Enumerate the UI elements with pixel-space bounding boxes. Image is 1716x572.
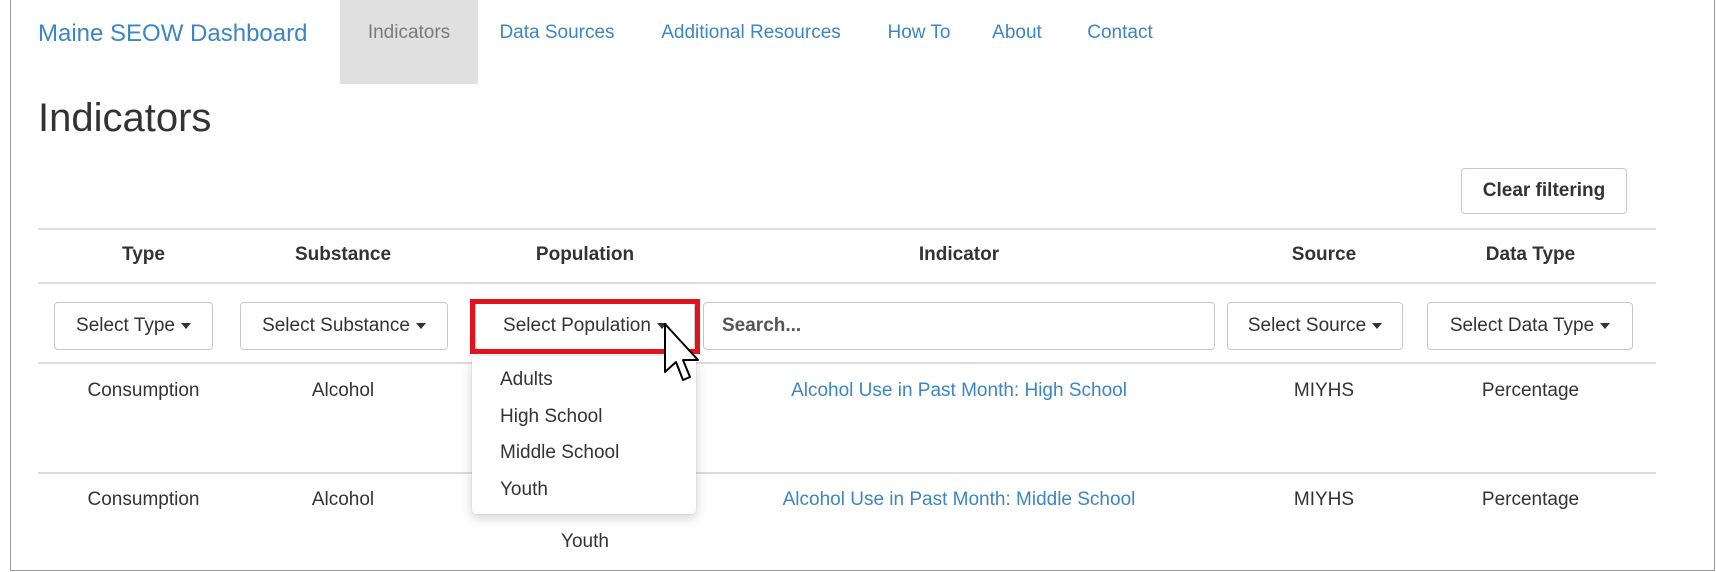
row2-substance: Alcohol	[311, 489, 375, 510]
row1-data-type: Percentage	[1481, 380, 1580, 401]
header-source: Source	[1291, 244, 1357, 265]
header-type: Type	[122, 244, 165, 265]
header-substance: Substance	[294, 244, 392, 265]
header-data-type: Data Type	[1485, 244, 1576, 265]
substance-dropdown[interactable]: Select Substance	[240, 302, 448, 350]
row2-source: MIYHS	[1293, 489, 1355, 510]
header-population: Population	[535, 244, 635, 265]
caret-down-icon	[1372, 323, 1383, 329]
brand-link[interactable]: Maine SEOW Dashboard	[38, 20, 307, 48]
row2-data-type: Percentage	[1481, 489, 1580, 510]
nav-indicators[interactable]: Indicators	[340, 0, 478, 84]
population-dropdown-label: Select Population	[503, 315, 651, 336]
population-option-adults[interactable]: Adults	[500, 369, 553, 391]
mouse-pointer-icon	[664, 323, 699, 381]
row1-source: MIYHS	[1293, 380, 1355, 401]
page-title: Indicators	[38, 96, 212, 140]
row2-indicator-link[interactable]: Alcohol Use in Past Month: Middle School	[703, 489, 1215, 511]
caret-down-icon	[415, 323, 426, 329]
type-dropdown[interactable]: Select Type	[54, 302, 213, 350]
indicator-search-input[interactable]	[703, 302, 1215, 350]
row1-type: Consumption	[87, 380, 200, 401]
population-option-youth[interactable]: Youth	[500, 479, 548, 501]
source-dropdown[interactable]: Select Source	[1227, 302, 1403, 350]
filter-divider	[38, 362, 1656, 364]
data-type-dropdown-label: Select Data Type	[1449, 315, 1595, 336]
nav-about[interactable]: About	[983, 0, 1051, 84]
table-top-divider	[38, 228, 1656, 230]
population-option-high-school[interactable]: High School	[500, 406, 602, 428]
row2-type: Consumption	[87, 489, 200, 510]
type-dropdown-label: Select Type	[76, 315, 175, 336]
nav-data-sources[interactable]: Data Sources	[489, 0, 625, 84]
source-dropdown-label: Select Source	[1247, 315, 1367, 336]
nav-how-to[interactable]: How To	[879, 0, 959, 84]
caret-down-icon	[1600, 323, 1611, 329]
row1-substance: Alcohol	[311, 380, 375, 401]
data-type-dropdown[interactable]: Select Data Type	[1427, 302, 1633, 350]
population-option-middle-school[interactable]: Middle School	[500, 442, 619, 464]
substance-dropdown-label: Select Substance	[262, 315, 410, 336]
population-dropdown[interactable]: Select Population	[475, 302, 695, 350]
nav-additional-resources[interactable]: Additional Resources	[651, 0, 851, 84]
row1-indicator-link[interactable]: Alcohol Use in Past Month: High School	[703, 380, 1215, 402]
header-indicator: Indicator	[918, 244, 1000, 265]
row-divider	[38, 472, 1656, 474]
clear-filtering-button[interactable]: Clear filtering	[1461, 168, 1627, 214]
header-divider	[38, 282, 1656, 284]
browser-frame: Maine SEOW Dashboard Indicators Data Sou…	[10, 0, 1715, 571]
caret-down-icon	[180, 323, 191, 329]
nav-contact[interactable]: Contact	[1075, 0, 1165, 84]
row2-population: Youth	[561, 531, 609, 552]
